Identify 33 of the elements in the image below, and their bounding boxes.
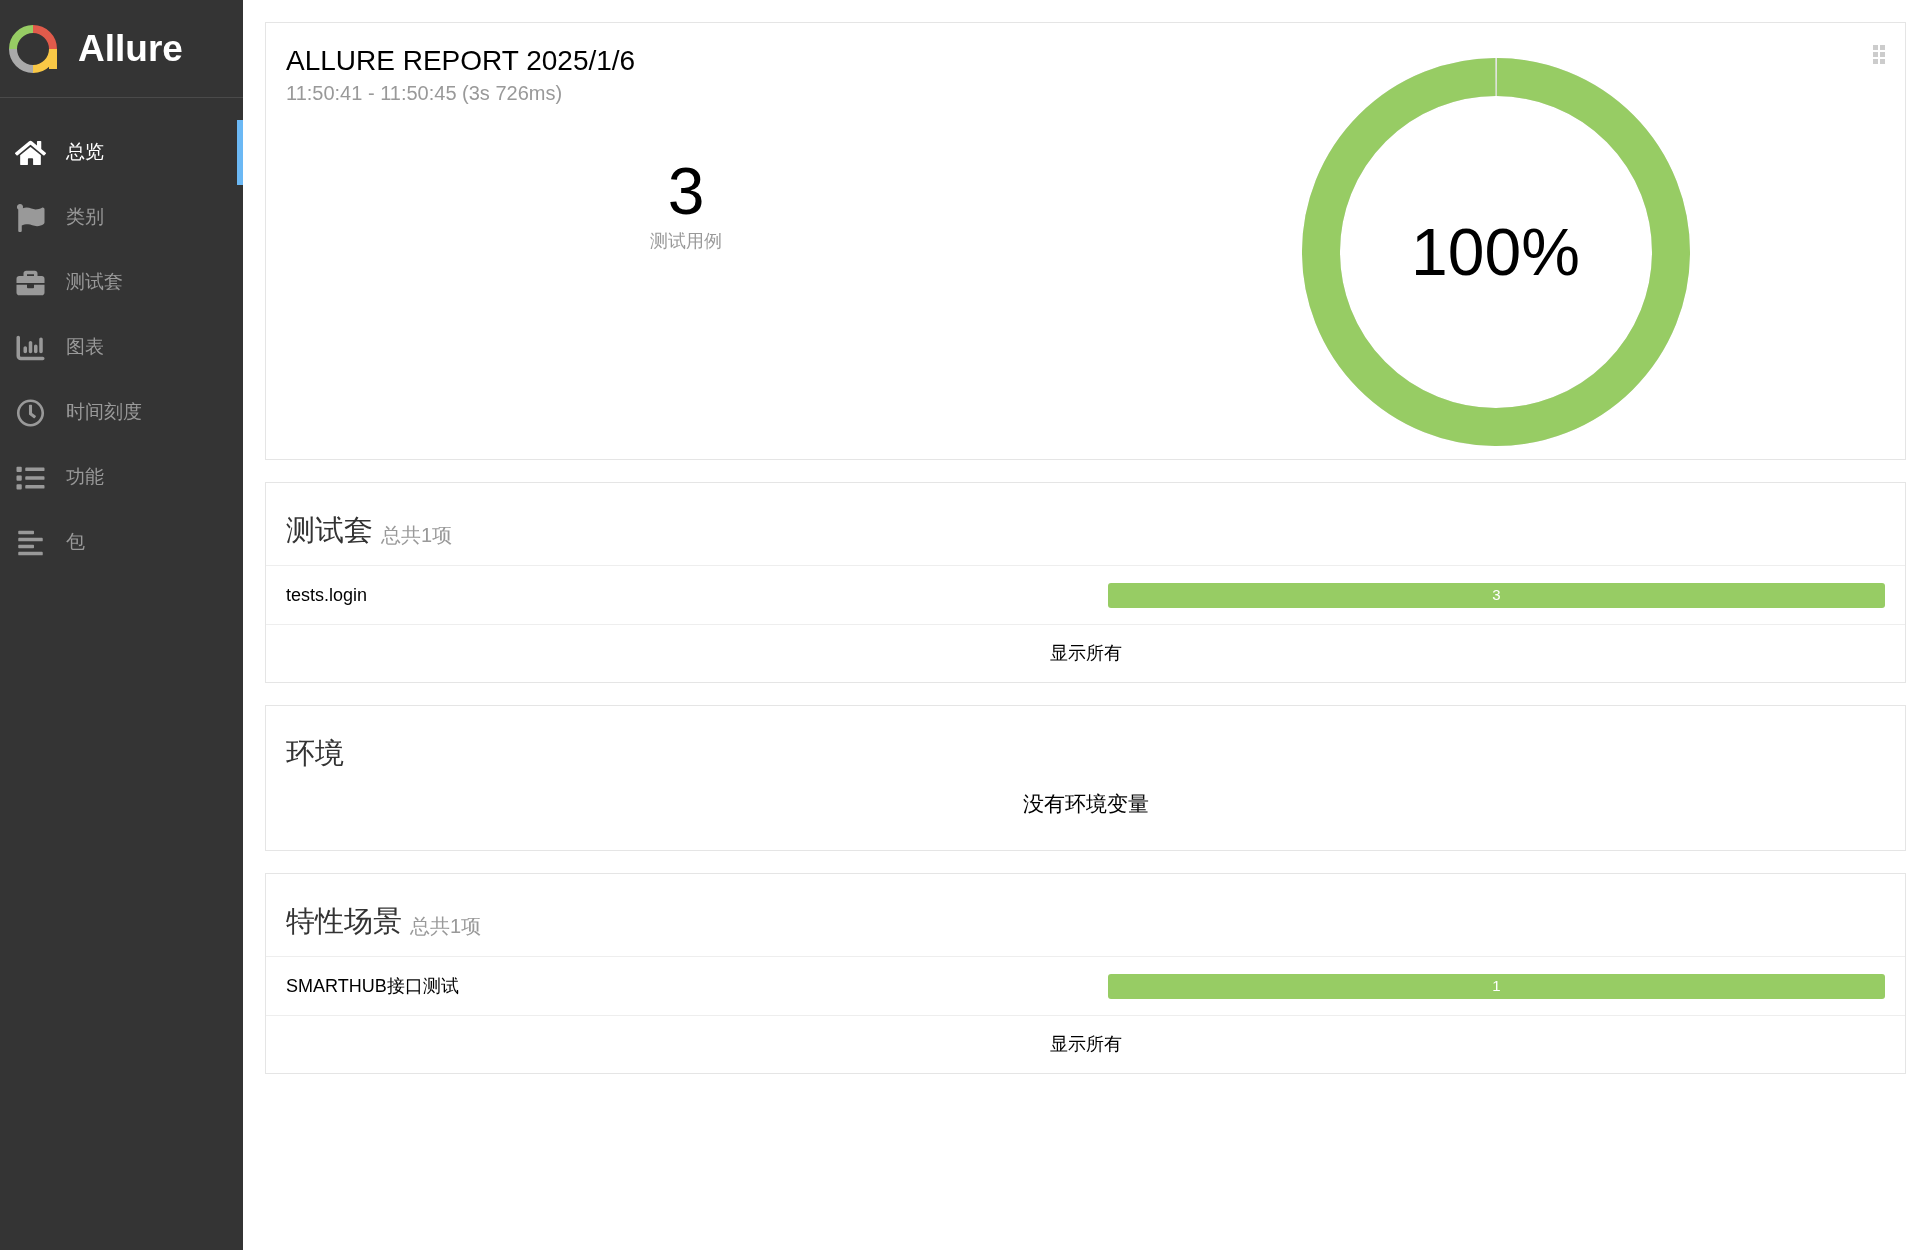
home-icon (15, 138, 46, 167)
widget-title: 环境 (286, 739, 344, 768)
test-count-label: 测试用例 (650, 230, 722, 253)
empty-message: 没有环境变量 (1022, 791, 1149, 817)
report-title: ALLURE REPORT 2025/1/6 (286, 44, 637, 78)
bar-chart-icon (15, 333, 46, 362)
pass-percentage: 100% (1411, 213, 1580, 291)
lines-icon (15, 528, 46, 557)
widget-title: 测试套 (286, 516, 373, 545)
widget-title: 特性场景 (286, 907, 402, 936)
sidebar-item[interactable]: 时间刻度 (0, 380, 243, 445)
report-time: 11:50:41 - 11:50:45 (3s 726ms) (286, 81, 564, 106)
clock-icon (15, 398, 46, 427)
sidebar-item[interactable]: 包 (0, 510, 243, 575)
progress-bar: 3 (1108, 582, 1885, 608)
drag-handle-icon[interactable] (1873, 45, 1885, 65)
widget-total: 总共1项 (410, 916, 482, 936)
test-count: 3 (667, 158, 705, 224)
show-all-button[interactable]: 显示所有 (1049, 640, 1122, 667)
sidebar-item[interactable]: 测试套 (0, 250, 243, 315)
sidebar-item[interactable]: 类别 (0, 185, 243, 250)
logo-icon (8, 23, 58, 74)
sidebar-item[interactable]: 图表 (0, 315, 243, 380)
briefcase-icon (15, 268, 46, 297)
widget-total: 总共1项 (381, 525, 453, 545)
progress-bar: 1 (1108, 973, 1885, 999)
flag-icon (15, 203, 46, 232)
sidebar-item[interactable]: 功能 (0, 445, 243, 510)
show-all-button[interactable]: 显示所有 (1049, 1031, 1122, 1058)
sidebar-item[interactable]: 总览 (0, 120, 243, 185)
row-name[interactable]: tests.login (286, 581, 1108, 609)
row-name[interactable]: SMARTHUB接口测试 (286, 972, 1108, 1000)
logo-text: Allure (78, 26, 183, 71)
